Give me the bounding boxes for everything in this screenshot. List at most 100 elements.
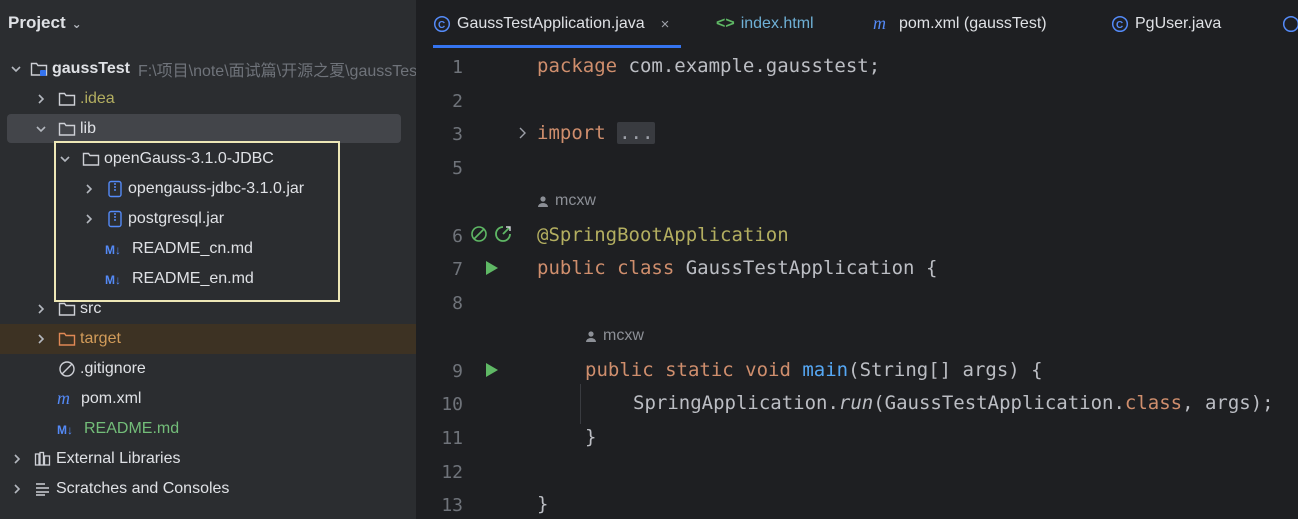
code-line-7[interactable]: public class GaussTestApplication {	[537, 257, 937, 279]
line-number: 13	[441, 495, 463, 516]
spring-class-icon: C	[433, 15, 451, 33]
tab-label: pom.xml (gaussTest)	[899, 15, 1047, 32]
folded-imports[interactable]: ...	[617, 122, 656, 144]
tab-label: PgUser.java	[1135, 15, 1222, 32]
svg-text:m: m	[57, 391, 70, 407]
maven-icon: m	[873, 16, 893, 32]
tree-item-label: target	[80, 330, 121, 347]
user-icon	[585, 330, 597, 342]
svg-text:C: C	[438, 20, 445, 31]
code-editor: C GaussTestApplication.java × <> index.h…	[417, 0, 1298, 519]
tree-item-label: src	[80, 300, 102, 317]
line-number: 11	[441, 428, 463, 449]
code-line-13[interactable]: }	[537, 493, 548, 515]
code-vision-author[interactable]: mcxw	[585, 327, 644, 345]
tree-item-label: README.md	[84, 420, 180, 437]
tree-item-postgresql-jar[interactable]: postgresql.jar	[0, 204, 416, 234]
chevron-down-icon: ⌄	[71, 17, 82, 31]
tree-item-label: README_en.md	[132, 270, 254, 287]
chevron-right-icon[interactable]	[82, 182, 96, 196]
module-folder-icon	[30, 60, 48, 78]
run-icon[interactable]	[483, 259, 501, 277]
tree-item-src[interactable]: src	[0, 294, 416, 324]
jar-archive-icon	[106, 180, 124, 198]
chevron-down-icon[interactable]	[58, 152, 72, 166]
fold-chevron-right-icon[interactable]	[517, 126, 529, 144]
tab-label: GaussTestApplication.java	[457, 15, 645, 32]
markdown-icon: M↓	[104, 270, 128, 288]
tree-item-opengauss-jar[interactable]: opengauss-jdbc-3.1.0.jar	[0, 174, 416, 204]
tab-overflow-partial[interactable]	[1282, 0, 1298, 48]
tree-item-idea[interactable]: .idea	[0, 84, 416, 114]
folder-icon	[58, 120, 76, 138]
tab-label: index.html	[740, 15, 814, 32]
code-line-9[interactable]: public static void main(String[] args) {	[585, 359, 1043, 381]
tree-item-readme-en[interactable]: M↓ README_en.md	[0, 264, 416, 294]
tree-item-readme[interactable]: M↓ README.md	[0, 414, 416, 444]
chevron-right-icon[interactable]	[82, 212, 96, 226]
spring-boot-icon[interactable]	[494, 225, 512, 243]
tab-index-html[interactable]: <> index.html	[716, 0, 814, 48]
tree-item-readme-cn[interactable]: M↓ README_cn.md	[0, 234, 416, 264]
chevron-right-icon[interactable]	[10, 482, 24, 496]
code-line-10[interactable]: SpringApplication.run(GaussTestApplicati…	[633, 392, 1274, 414]
library-icon	[34, 450, 52, 468]
tree-item-external-libraries[interactable]: External Libraries	[0, 444, 416, 474]
scratches-icon	[34, 480, 52, 498]
chevron-right-icon[interactable]	[34, 92, 48, 106]
folder-icon	[82, 150, 100, 168]
code-line-6[interactable]: @SpringBootApplication	[537, 224, 789, 246]
tree-item-label: pom.xml	[81, 390, 142, 407]
run-icon[interactable]	[483, 361, 501, 379]
class-icon	[1282, 15, 1298, 33]
svg-text:M↓: M↓	[105, 273, 121, 286]
editor-tab-bar: C GaussTestApplication.java × <> index.h…	[417, 0, 1298, 48]
code-area[interactable]: 1 2 3 5 6 7 8 9 10 11 12 13 package com.…	[417, 48, 1298, 519]
class-icon: C	[1111, 15, 1129, 33]
ignore-file-icon	[58, 360, 76, 378]
excluded-folder-icon	[58, 330, 76, 348]
tree-item-pom[interactable]: m pom.xml	[0, 384, 416, 414]
tree-item-label: postgresql.jar	[128, 210, 225, 227]
project-view-selector[interactable]: Project ⌄	[8, 12, 82, 34]
chevron-right-icon[interactable]	[34, 332, 48, 346]
chevron-right-icon[interactable]	[10, 452, 24, 466]
tree-item-lib[interactable]: lib	[0, 114, 416, 144]
html-icon: <>	[716, 15, 735, 32]
spring-bean-icon[interactable]	[470, 225, 488, 243]
line-number: 12	[441, 462, 463, 483]
chevron-down-icon[interactable]	[34, 122, 48, 136]
line-number: 10	[441, 394, 463, 415]
project-path: F:\项目\note\面试篇\开源之夏\gaussTest	[137, 63, 416, 80]
folder-icon	[58, 300, 76, 318]
chevron-down-icon[interactable]	[10, 62, 22, 76]
chevron-right-icon[interactable]	[34, 302, 48, 316]
tree-item-gitignore[interactable]: .gitignore	[0, 354, 416, 384]
tree-item-label: Scratches and Consoles	[56, 480, 230, 497]
tab-gausstestapplication[interactable]: C GaussTestApplication.java ×	[433, 0, 682, 48]
tree-item-gausstest[interactable]: gaussTest F:\项目\note\面试篇\开源之夏\gaussTest	[0, 54, 416, 84]
tree-item-target[interactable]: target	[0, 324, 416, 354]
svg-text:m: m	[873, 16, 886, 32]
code-line-1[interactable]: package com.example.gausstest;	[537, 55, 880, 77]
code-line-11[interactable]: }	[585, 426, 596, 448]
folder-icon	[58, 90, 76, 108]
tree-item-opengauss-jdbc[interactable]: openGauss-3.1.0-JDBC	[0, 144, 416, 174]
indent-guide	[580, 384, 581, 424]
tab-pguser-java[interactable]: C PgUser.java	[1111, 0, 1221, 48]
user-icon	[537, 195, 549, 207]
tree-item-scratches[interactable]: Scratches and Consoles	[0, 474, 416, 504]
line-number: 5	[452, 158, 463, 179]
code-vision-author[interactable]: mcxw	[537, 192, 596, 210]
code-line-3[interactable]: import ...	[537, 122, 656, 144]
tab-pom-xml[interactable]: m pom.xml (gaussTest)	[873, 0, 1047, 48]
svg-text:M↓: M↓	[105, 243, 121, 256]
project-tool-window: Project ⌄ gaussTest F:\项目\note\面试篇\开源之夏\…	[0, 0, 416, 519]
tree-item-label: .idea	[80, 90, 115, 107]
close-icon[interactable]: ×	[661, 16, 670, 33]
panel-title: Project	[8, 13, 66, 32]
svg-text:C: C	[1116, 20, 1123, 31]
tree-item-label: External Libraries	[56, 450, 181, 467]
line-number: 2	[452, 91, 463, 112]
line-number: 8	[452, 293, 463, 314]
